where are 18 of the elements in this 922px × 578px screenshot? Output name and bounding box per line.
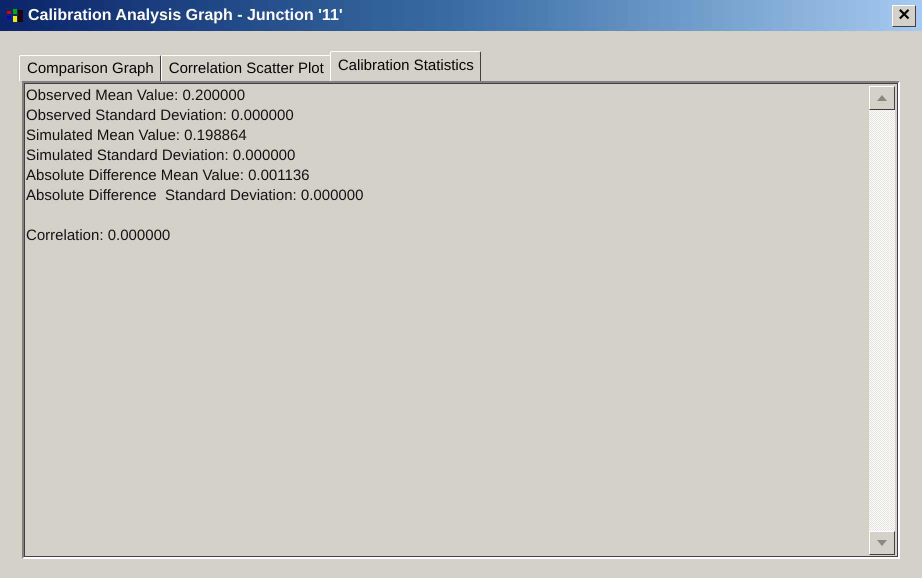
- statistic-line: Observed Standard Deviation: 0.000000: [26, 106, 295, 126]
- statistic-line: Observed Mean Value: 0.200000: [26, 86, 246, 106]
- correlation-line: Correlation: 0.000000: [26, 226, 172, 246]
- tab[interactable]: Comparison Graph: [19, 55, 161, 81]
- window-title: Calibration Analysis Graph - Junction '11': [28, 6, 344, 24]
- scroll-up-button[interactable]: [869, 86, 895, 110]
- down-arrow-icon: [877, 540, 887, 546]
- up-arrow-icon: [877, 95, 887, 101]
- close-button[interactable]: ✕: [892, 4, 916, 26]
- scroll-down-button[interactable]: [869, 531, 895, 555]
- statistic-line: Simulated Mean Value: 0.198864: [26, 126, 248, 146]
- tab[interactable]: Calibration Statistics: [330, 51, 481, 81]
- app-icon: [6, 8, 24, 24]
- tab[interactable]: Correlation Scatter Plot: [160, 55, 331, 81]
- statistic-line: Absolute Difference Standard Deviation: 0.000000: [26, 186, 364, 206]
- statistic-line: Simulated Standard Deviation: 0.000000: [26, 146, 296, 166]
- statistic-line: Absolute Difference Mean Value: 0.001136: [26, 166, 311, 186]
- scrollbar[interactable]: [869, 86, 895, 555]
